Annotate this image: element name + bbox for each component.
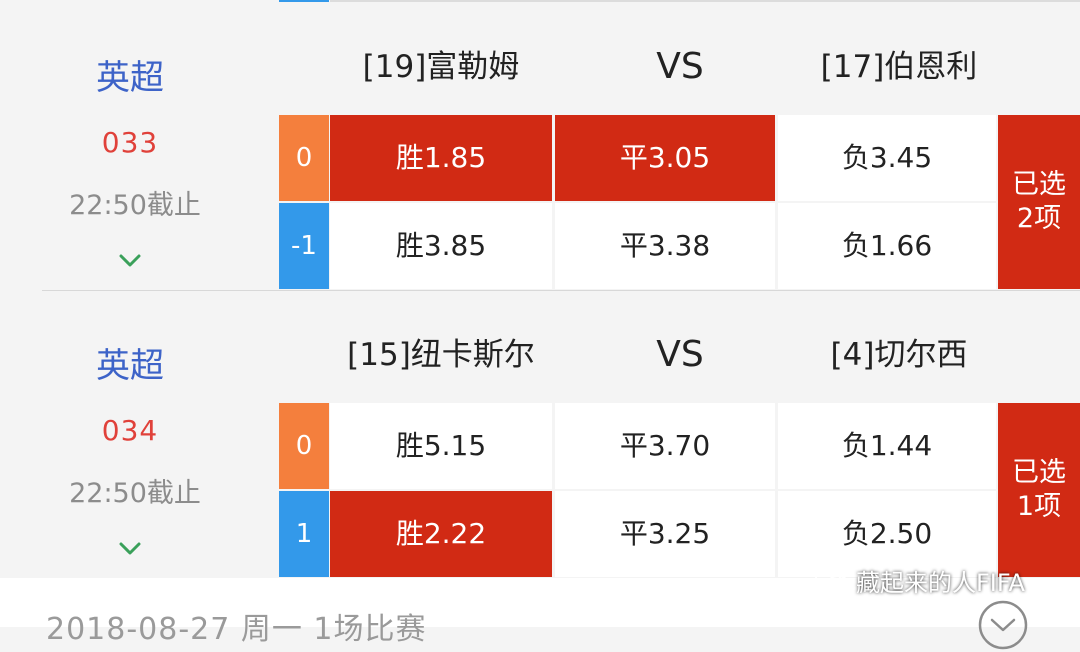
watermark-text: 藏起来的人FIFA	[856, 568, 1025, 597]
watermark: 藏起来的人FIFA	[814, 563, 1025, 597]
away-team: [4]切尔西	[830, 337, 968, 373]
win-odds-button[interactable]: 胜1.85	[330, 115, 552, 201]
vs-label: VS	[656, 46, 704, 87]
selected-label: 已选	[1012, 457, 1066, 488]
chevron-down-icon[interactable]	[118, 541, 142, 557]
lose-odds-button[interactable]: 负1.66	[778, 203, 996, 289]
date-bar-text: 2018-08-27 周一 1场比赛	[46, 612, 427, 647]
win-odds-button[interactable]: 胜5.15	[330, 403, 552, 489]
handicap-badge: 0	[279, 115, 329, 201]
home-team: [15]纽卡斯尔	[347, 337, 535, 373]
selected-count-button[interactable]: 已选 1项	[998, 403, 1080, 577]
match-number: 034	[101, 414, 159, 447]
handicap-badge: -1	[279, 203, 329, 289]
win-odds-button[interactable]: 胜3.85	[330, 203, 552, 289]
match-number: 033	[101, 126, 159, 159]
handicap-badge: 1	[279, 491, 329, 577]
match-card: 英超 034 22:50截止 [15]纽卡斯尔 VS [4]切尔西 0 胜5.1…	[0, 290, 1080, 580]
away-team: [17]伯恩利	[820, 49, 978, 85]
league-label[interactable]: 英超	[40, 50, 220, 99]
deadline-text: 22:50截止	[69, 190, 201, 221]
vs-label: VS	[656, 334, 704, 375]
home-team: [19]富勒姆	[362, 49, 520, 85]
lose-odds-button[interactable]: 负1.44	[778, 403, 996, 489]
selected-count: 2项	[1016, 203, 1062, 234]
match-card: 英超 033 22:50截止 [19]富勒姆 VS [17]伯恩利 0 胜1.8…	[0, 2, 1080, 292]
draw-odds-button[interactable]: 平3.70	[555, 403, 775, 489]
draw-odds-button[interactable]: 平3.05	[555, 115, 775, 201]
match-divider	[42, 290, 1080, 291]
draw-odds-button[interactable]: 平3.25	[555, 491, 775, 577]
selected-count: 1项	[1016, 491, 1062, 522]
win-odds-button[interactable]: 胜2.22	[330, 491, 552, 577]
selected-count-button[interactable]: 已选 2项	[998, 115, 1080, 289]
chevron-down-icon[interactable]	[118, 253, 142, 269]
deadline-text: 22:50截止	[69, 478, 201, 509]
selected-label: 已选	[1012, 169, 1066, 200]
chevron-down-circle-icon[interactable]	[976, 598, 1030, 652]
wechat-icon	[815, 566, 849, 593]
draw-odds-button[interactable]: 平3.38	[555, 203, 775, 289]
lose-odds-button[interactable]: 负3.45	[778, 115, 996, 201]
handicap-badge: 0	[279, 403, 329, 489]
league-label[interactable]: 英超	[40, 338, 220, 387]
